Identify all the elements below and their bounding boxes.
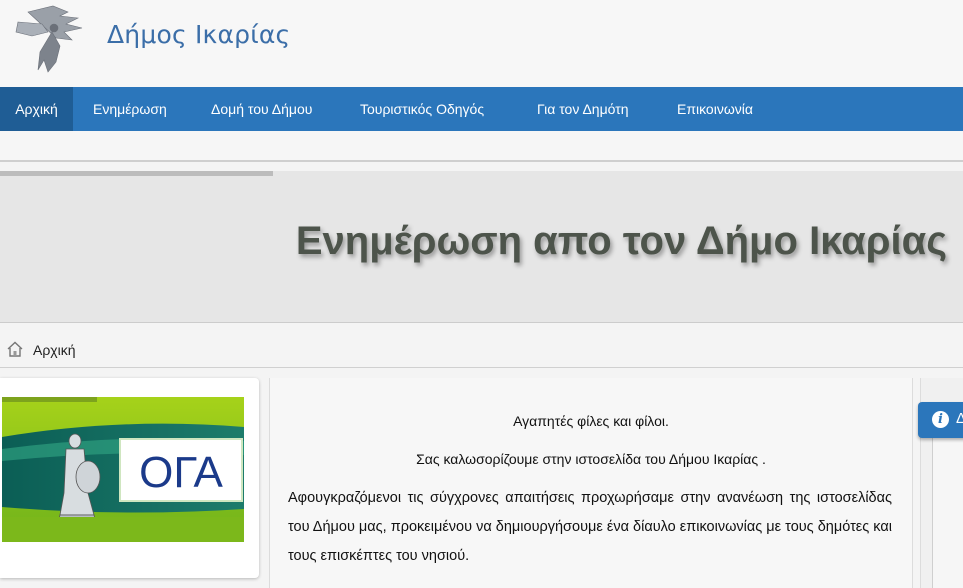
main-nav: Αρχική Ενημέρωση Δομή του Δήμου Τουριστι… <box>0 87 963 131</box>
home-icon[interactable] <box>6 340 24 358</box>
nav-item-news[interactable]: Ενημέρωση <box>93 87 167 131</box>
greeting-line-1: Αγαπητές φίλες και φίλοι. <box>513 413 669 429</box>
greeting-line-2: Σας καλωσορίζουμε στην ιστοσελίδα του Δή… <box>416 451 766 467</box>
nav-item-for-citizen[interactable]: Για τον Δημότη <box>537 87 629 131</box>
nav-item-home[interactable]: Αρχική <box>0 87 73 131</box>
sidebar-card: ΟΓΑ <box>0 378 259 578</box>
page-title: Ενημέρωση απο τον Δήμο Ικαρίας <box>295 219 947 263</box>
info-tab-button[interactable]: i Δ <box>918 402 963 438</box>
sub-nav-strip <box>0 131 963 161</box>
divider <box>0 160 963 162</box>
site-header: Δήμος Ικαρίας <box>0 0 963 87</box>
icarus-logo-icon[interactable] <box>8 2 108 74</box>
intro-paragraph: Αφουγκραζόμενοι τις σύγχρονες απαιτήσεις… <box>288 490 892 564</box>
hero-banner: Ενημέρωση απο τον Δήμο Ικαρίας <box>0 171 963 323</box>
main-content: Αγαπητές φίλες και φίλοι. Σας καλωσορίζο… <box>269 378 913 588</box>
nav-item-tourist-guide[interactable]: Τουριστικός Οδηγός <box>360 87 484 131</box>
info-tab-label: Δ <box>956 410 963 427</box>
info-icon: i <box>932 411 949 428</box>
hero-accent-bar <box>0 171 273 176</box>
breadcrumb-home[interactable]: Αρχική <box>33 342 76 358</box>
nav-item-municipality-structure[interactable]: Δομή του Δήμου <box>211 87 312 131</box>
oga-banner-image[interactable]: ΟΓΑ <box>2 397 244 542</box>
right-sidebar-panel <box>932 438 963 588</box>
oga-banner-text: ΟΓΑ <box>139 448 223 497</box>
breadcrumb: Αρχική <box>0 333 963 368</box>
site-title[interactable]: Δήμος Ικαρίας <box>107 20 290 49</box>
nav-item-contact[interactable]: Επικοινωνία <box>677 87 753 131</box>
